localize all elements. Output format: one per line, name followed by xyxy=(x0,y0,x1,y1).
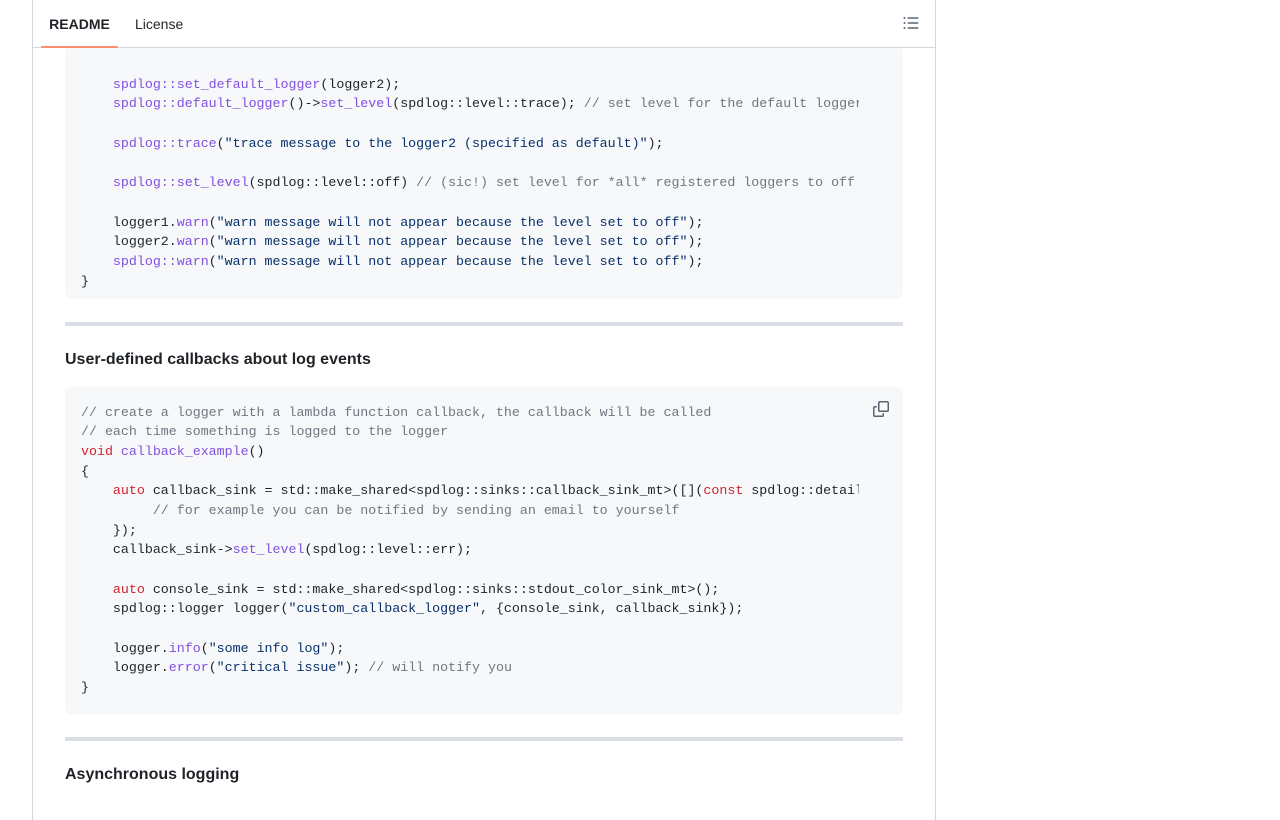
code-line: spdlog::warn("warn message will not appe… xyxy=(112,253,704,269)
code-line: spdlog::trace("trace message to the logg… xyxy=(112,135,664,151)
list-unordered-icon[interactable] xyxy=(903,15,919,31)
section-divider xyxy=(65,322,903,326)
code-line: } xyxy=(81,273,89,289)
readme-tab-bar: README License xyxy=(33,0,935,48)
code-line: auto console_sink = std::make_shared<spd… xyxy=(112,581,720,597)
code-line: void callback_example() xyxy=(81,443,265,459)
code-line: ​ xyxy=(81,619,859,639)
code-line: } xyxy=(81,680,89,696)
code-block-set-default-logger: ​ spdlog::set_default_logger(logger2); s… xyxy=(65,46,903,299)
copy-icon[interactable] xyxy=(873,401,889,417)
code-line: // each time something is logged to the … xyxy=(81,424,449,440)
code-line: logger1.warn("warn message will not appe… xyxy=(81,214,704,230)
code-line: auto callback_sink = std::make_shared<sp… xyxy=(112,483,859,499)
code-line: callback_sink->set_level(spdlog::level::… xyxy=(81,542,473,558)
code-line: spdlog::default_logger()->set_level(spdl… xyxy=(112,96,859,112)
code-line: logger2.warn("warn message will not appe… xyxy=(81,234,704,250)
readme-panel: README License ​ spdlog::set_default_log… xyxy=(32,0,936,820)
code-line: spdlog::set_level(spdlog::level::off) //… xyxy=(112,175,856,191)
code-line: // for example you can be notified by se… xyxy=(152,502,680,518)
code-line: logger.error("critical issue"); // will … xyxy=(81,660,512,676)
code-content: ​ spdlog::set_default_logger(logger2); s… xyxy=(65,46,859,291)
code-line: spdlog::logger logger("custom_callback_l… xyxy=(81,601,744,617)
tab-readme[interactable]: README xyxy=(41,0,118,48)
code-line: ​ xyxy=(81,55,859,75)
code-block-callback-example: // create a logger with a lambda functio… xyxy=(65,387,903,714)
section-divider xyxy=(65,737,903,741)
code-line: ​ xyxy=(81,193,859,213)
code-line: }); xyxy=(81,522,137,538)
code-line: ​ xyxy=(81,153,859,173)
code-content: // create a logger with a lambda functio… xyxy=(65,387,859,698)
code-line: // create a logger with a lambda functio… xyxy=(81,404,712,420)
code-line: { xyxy=(81,463,89,479)
tab-license[interactable]: License xyxy=(135,0,183,47)
code-line: ​ xyxy=(81,560,859,580)
code-line: ​ xyxy=(81,114,859,134)
heading-callbacks: User-defined callbacks about log events xyxy=(65,351,371,368)
code-line: spdlog::set_default_logger(logger2); xyxy=(112,76,401,92)
heading-async: Asynchronous logging xyxy=(65,766,240,783)
code-line: logger.info("some info log"); xyxy=(81,640,345,656)
